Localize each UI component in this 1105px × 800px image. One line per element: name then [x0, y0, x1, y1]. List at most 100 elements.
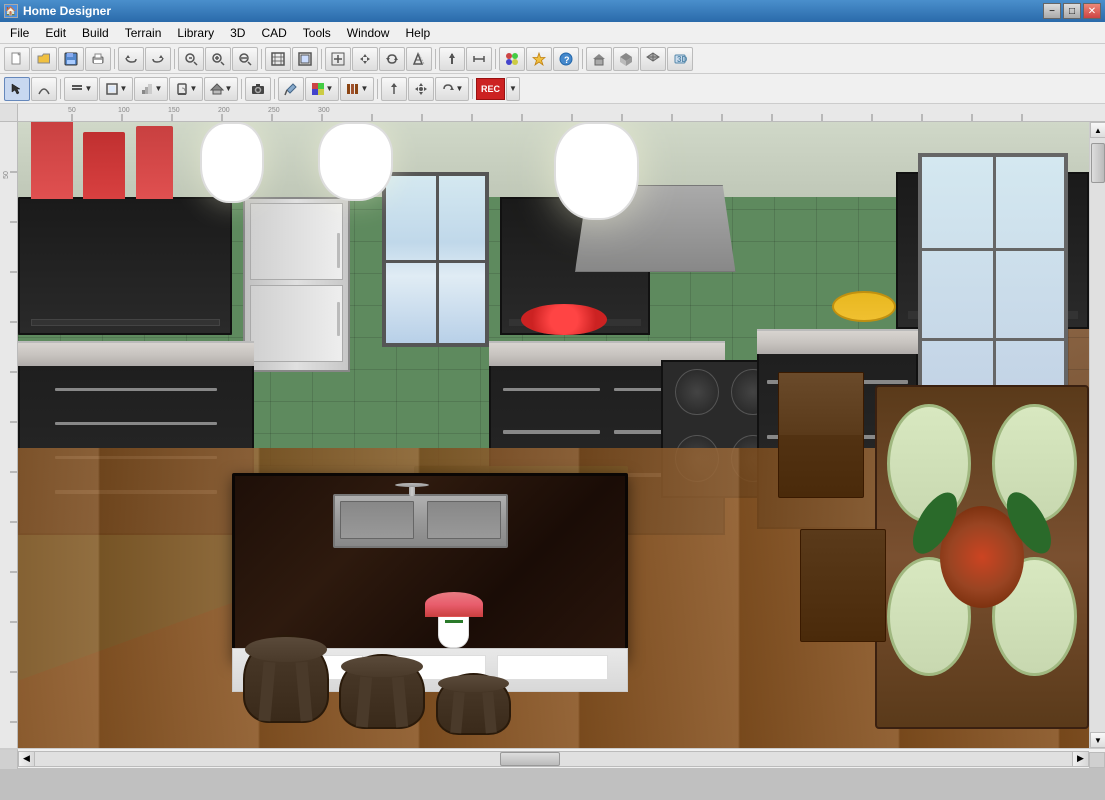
roof-dropdown-btn[interactable]: ▼	[204, 77, 238, 101]
house-top-btn[interactable]	[640, 47, 666, 71]
new-button[interactable]	[4, 47, 30, 71]
save-button[interactable]	[58, 47, 84, 71]
toolbar-sep-6	[495, 49, 496, 69]
menu-cad[interactable]: CAD	[253, 22, 294, 43]
dining-chair-2	[800, 529, 886, 642]
menu-tools[interactable]: Tools	[295, 22, 339, 43]
arrow-up-btn[interactable]	[439, 47, 465, 71]
flower-vase	[438, 616, 469, 649]
rec-button[interactable]: REC	[476, 78, 505, 100]
zoom-fit-btn[interactable]: -	[232, 47, 258, 71]
rotate-view-btn[interactable]	[379, 47, 405, 71]
stairs-dropdown-btn[interactable]: ▼	[134, 77, 168, 101]
material-painter-btn[interactable]: ▼	[305, 77, 339, 101]
main-area: 50	[0, 122, 1105, 748]
toolbar-sep-1	[114, 49, 115, 69]
resize-corner	[1089, 752, 1105, 768]
room-dropdown-btn[interactable]: ▼	[99, 77, 133, 101]
pendant-2	[318, 122, 393, 201]
menu-help[interactable]: Help	[397, 22, 438, 43]
wall-dropdown-btn[interactable]: ▼	[64, 77, 98, 101]
stool-1	[243, 635, 329, 723]
ruler-corner	[0, 104, 18, 122]
horizontal-scrollbar[interactable]: ◀ ▶	[18, 751, 1089, 767]
mirror-btn[interactable]	[406, 47, 432, 71]
scroll-down-btn[interactable]: ▼	[1090, 732, 1105, 748]
ruler-left: 50	[0, 122, 18, 748]
add-point-btn[interactable]	[325, 47, 351, 71]
zoom-in-btn[interactable]	[205, 47, 231, 71]
arc-tool-btn[interactable]	[31, 77, 57, 101]
print-button[interactable]	[85, 47, 111, 71]
top-ruler-row: /* ruler ticks */ 50 100 150 200 250 300	[0, 104, 1105, 122]
tb2-sep-1	[60, 79, 61, 99]
zoom-out-btn[interactable]	[178, 47, 204, 71]
scroll-up-btn[interactable]: ▲	[1090, 122, 1105, 138]
tb2-sep-3	[274, 79, 275, 99]
apples-bowl	[521, 304, 607, 335]
rec-dropdown-btn[interactable]: ▼	[506, 77, 520, 101]
title-bar: 🏠 Home Designer − □ ✕	[0, 0, 1105, 22]
open-button[interactable]	[31, 47, 57, 71]
toolbar-sep-5	[435, 49, 436, 69]
menu-build[interactable]: Build	[74, 22, 117, 43]
close-button[interactable]: ✕	[1083, 3, 1101, 19]
scroll-thumb-bottom[interactable]	[500, 752, 560, 766]
dining-table	[875, 385, 1089, 729]
svg-text:300: 300	[318, 107, 330, 114]
fit-window-btn[interactable]	[265, 47, 291, 71]
menu-3d[interactable]: 3D	[222, 22, 253, 43]
maximize-button[interactable]: □	[1063, 3, 1081, 19]
canvas-area[interactable]	[18, 122, 1089, 748]
kitchen-island	[232, 473, 628, 661]
svg-text:50: 50	[3, 171, 10, 179]
select-tool-btn[interactable]	[4, 77, 30, 101]
door-dropdown-btn[interactable]: ▼	[169, 77, 203, 101]
countertop-right	[757, 329, 918, 354]
house-front-btn[interactable]	[586, 47, 612, 71]
library-dropdown-btn[interactable]: ▼	[340, 77, 374, 101]
svg-text:100: 100	[118, 107, 130, 114]
ruler-top: /* ruler ticks */ 50 100 150 200 250 300	[18, 104, 1105, 122]
scrollbar-right: ▲ ▼	[1089, 122, 1105, 748]
explode-btn[interactable]	[526, 47, 552, 71]
menu-window[interactable]: Window	[339, 22, 398, 43]
menu-library[interactable]: Library	[169, 22, 222, 43]
stool-2	[339, 654, 425, 729]
redo-button[interactable]	[145, 47, 171, 71]
rotate-tool-btn[interactable]: ▼	[435, 77, 469, 101]
house-3d-btn[interactable]: 3D	[667, 47, 693, 71]
scroll-track-right[interactable]	[1090, 138, 1105, 732]
camera-btn[interactable]	[245, 77, 271, 101]
toolbar-sep-3	[261, 49, 262, 69]
title-bar-controls[interactable]: − □ ✕	[1043, 3, 1101, 19]
stool-3	[436, 673, 511, 736]
materials-btn[interactable]	[499, 47, 525, 71]
svg-text:?: ?	[564, 55, 570, 65]
arrow-tool2-btn[interactable]	[381, 77, 407, 101]
minimize-button[interactable]: −	[1043, 3, 1061, 19]
tb2-sep-2	[241, 79, 242, 99]
toolbar-row-1: - ? 3D	[0, 44, 1105, 74]
toolbar-row-2: ▼ ▼ ▼ ▼ ▼ ▼ ▼	[0, 74, 1105, 104]
scroll-right-btn[interactable]: ▶	[1072, 752, 1088, 766]
menu-edit[interactable]: Edit	[37, 22, 74, 43]
pendant-3	[554, 122, 640, 220]
scroll-thumb-right[interactable]	[1091, 143, 1105, 183]
house-iso-btn[interactable]	[613, 47, 639, 71]
svg-text:3D: 3D	[677, 55, 687, 64]
move-view-btn[interactable]	[352, 47, 378, 71]
move-tool2-btn[interactable]	[408, 77, 434, 101]
svg-text:50: 50	[68, 107, 76, 114]
undo-button[interactable]	[118, 47, 144, 71]
paint-btn[interactable]	[278, 77, 304, 101]
dimension-btn[interactable]	[466, 47, 492, 71]
menu-terrain[interactable]: Terrain	[117, 22, 170, 43]
bottom-bar: ◀ ▶	[0, 748, 1105, 768]
scroll-left-btn[interactable]: ◀	[19, 752, 35, 766]
help-btn[interactable]: ?	[553, 47, 579, 71]
toolbar-sep-4	[321, 49, 322, 69]
fullscreen-btn[interactable]	[292, 47, 318, 71]
window-center	[382, 172, 489, 347]
menu-file[interactable]: File	[2, 22, 37, 43]
